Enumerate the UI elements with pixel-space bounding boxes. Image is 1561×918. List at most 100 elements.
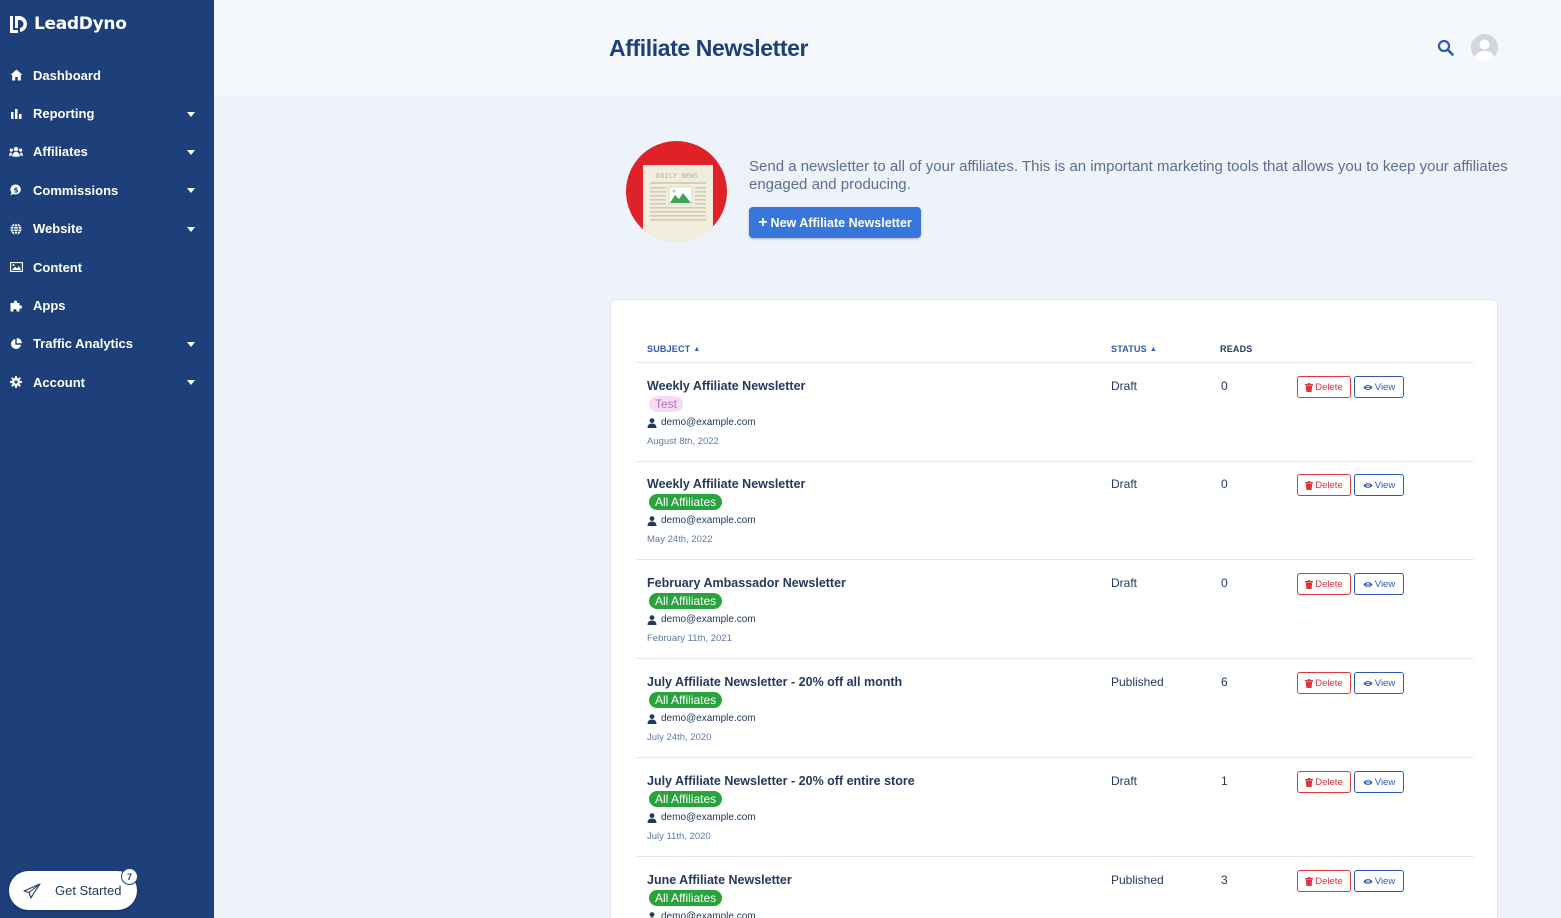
trash-icon — [1305, 480, 1314, 490]
user-avatar[interactable] — [1471, 34, 1498, 61]
newsletter-subject[interactable]: July Affiliate Newsletter - 20% off all … — [647, 675, 902, 689]
chevron-down-icon — [187, 188, 195, 194]
delete-button[interactable]: Delete — [1297, 870, 1351, 892]
search-icon — [1437, 39, 1454, 56]
image-icon — [9, 260, 23, 274]
user-icon — [647, 417, 657, 428]
newsletter-status: Draft — [1111, 477, 1138, 491]
get-started-label: Get Started — [55, 883, 122, 898]
view-button[interactable]: View — [1354, 672, 1404, 694]
eye-icon — [1363, 581, 1373, 587]
trash-icon — [1305, 382, 1314, 392]
eye-icon — [1363, 680, 1373, 686]
newsletter-status: Published — [1111, 675, 1164, 689]
eye-icon — [1363, 779, 1373, 785]
author-email: demo@example.com — [661, 911, 756, 918]
delete-label: Delete — [1315, 381, 1343, 393]
audience-tag: Test — [649, 396, 684, 412]
view-label: View — [1374, 776, 1396, 788]
newsletter-subject[interactable]: February Ambassador Newsletter — [647, 576, 846, 590]
newsletter-subject[interactable]: Weekly Affiliate Newsletter — [647, 477, 805, 491]
newsletter-subject[interactable]: July Affiliate Newsletter - 20% off enti… — [647, 774, 915, 788]
chevron-down-icon — [187, 341, 195, 347]
sidebar-nav: Dashboard Reporting Affiliates $ Commiss… — [0, 56, 214, 402]
table-row: Weekly Affiliate Newsletter All Affiliat… — [635, 461, 1474, 560]
table-row: June Affiliate Newsletter All Affiliates… — [635, 857, 1474, 918]
hero-section: DAILY NEWS Send a newsletter to all of y… — [214, 97, 1561, 299]
newsletter-table-card: SUBJECT ▲︎ STATUS ▲︎ READS Weekly Affiliat… — [610, 299, 1498, 918]
newsletter-status: Draft — [1111, 774, 1138, 788]
puzzle-icon — [9, 299, 23, 313]
view-button[interactable]: View — [1354, 771, 1404, 793]
column-header-reads: READS — [1220, 344, 1253, 354]
view-button[interactable]: View — [1354, 870, 1404, 892]
column-header-subject[interactable]: SUBJECT ▲︎ — [647, 344, 701, 354]
table-row: Weekly Affiliate Newsletter Test demo@ex… — [635, 363, 1474, 462]
newsletter-status: Published — [1111, 873, 1164, 887]
newspaper-headline: DAILY NEWS — [656, 172, 698, 180]
view-button[interactable]: View — [1354, 474, 1404, 496]
newspaper-illustration: DAILY NEWS — [626, 141, 727, 242]
user-icon — [647, 713, 657, 724]
delete-button[interactable]: Delete — [1297, 474, 1351, 496]
sidebar-item-commissions[interactable]: $ Commissions — [0, 171, 214, 209]
newsletter-reads: 1 — [1221, 774, 1228, 788]
sidebar-item-dashboard[interactable]: Dashboard — [0, 56, 214, 94]
new-button-label: New Affiliate Newsletter — [770, 215, 912, 230]
sidebar-item-label: Content — [33, 259, 83, 275]
newsletter-reads: 6 — [1221, 675, 1228, 689]
user-icon — [647, 812, 657, 823]
sidebar-item-website[interactable]: Website — [0, 210, 214, 248]
author-email: demo@example.com — [661, 812, 756, 823]
audience-tag: All Affiliates — [649, 692, 723, 708]
user-icon — [648, 911, 656, 918]
home-icon — [9, 68, 23, 82]
user-icon — [647, 515, 657, 526]
newsletter-author: demo@example.com — [647, 911, 756, 918]
dollar-bubble-icon: $ — [9, 183, 23, 197]
view-button[interactable]: View — [1354, 376, 1404, 398]
trash-icon — [1305, 876, 1314, 886]
bar-chart-icon — [9, 107, 23, 121]
user-avatar-icon — [1474, 39, 1495, 61]
delete-button[interactable]: Delete — [1297, 672, 1351, 694]
get-started-button[interactable]: Get Started 7 — [9, 868, 138, 910]
trash-icon — [1305, 777, 1314, 787]
newsletter-reads: 0 — [1221, 379, 1228, 393]
brand-logo[interactable]: LeadDyno — [9, 14, 127, 34]
eye-icon — [1363, 482, 1373, 488]
sidebar-item-apps[interactable]: Apps — [0, 286, 214, 324]
new-affiliate-newsletter-button[interactable]: + New Affiliate Newsletter — [749, 207, 921, 238]
delete-button[interactable]: Delete — [1297, 573, 1351, 595]
sidebar-item-content[interactable]: Content — [0, 248, 214, 286]
newsletter-subject[interactable]: Weekly Affiliate Newsletter — [647, 379, 805, 393]
chevron-down-icon — [187, 380, 195, 386]
newsletter-reads: 3 — [1221, 873, 1228, 887]
pie-chart-icon — [9, 337, 23, 351]
sidebar-item-reporting[interactable]: Reporting — [0, 94, 214, 132]
view-button[interactable]: View — [1354, 573, 1404, 595]
sidebar-item-label: Dashboard — [33, 67, 101, 83]
sidebar-item-traffic-analytics[interactable]: Traffic Analytics — [0, 325, 214, 363]
sidebar-item-label: Website — [33, 221, 83, 237]
author-email: demo@example.com — [661, 713, 756, 724]
trash-icon — [1305, 579, 1314, 589]
newsletter-subject[interactable]: June Affiliate Newsletter — [647, 873, 792, 887]
sidebar-item-label: Affiliates — [33, 144, 88, 160]
sidebar-item-account[interactable]: Account — [0, 363, 214, 401]
column-header-status[interactable]: STATUS ▲︎ — [1111, 344, 1157, 354]
table-row: February Ambassador Newsletter All Affil… — [635, 560, 1474, 659]
column-header-label: STATUS — [1111, 344, 1147, 354]
view-label: View — [1374, 875, 1396, 887]
delete-button[interactable]: Delete — [1297, 376, 1351, 398]
chevron-down-icon — [187, 226, 195, 232]
sidebar: LeadDyno Dashboard Reporting Affiliates … — [0, 0, 214, 918]
sidebar-item-affiliates[interactable]: Affiliates — [0, 133, 214, 171]
sort-icon: ▲︎ — [1149, 346, 1158, 353]
column-header-label: SUBJECT — [647, 344, 691, 354]
view-label: View — [1374, 381, 1396, 393]
delete-button[interactable]: Delete — [1297, 771, 1351, 793]
eye-icon — [1363, 878, 1373, 884]
plus-icon: + — [758, 213, 768, 231]
search-button[interactable] — [1437, 39, 1455, 57]
